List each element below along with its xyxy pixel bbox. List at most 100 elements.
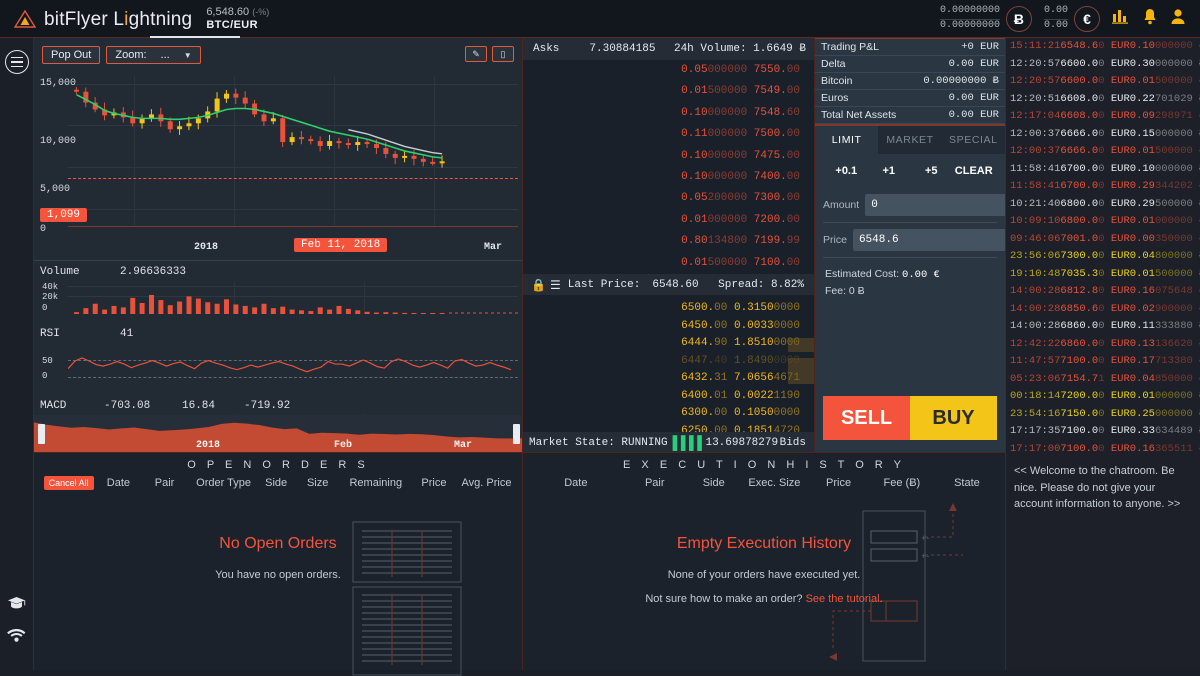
trade-unit: Ƀ: [1193, 320, 1200, 332]
pair-selector[interactable]: 6,548.60 (-%) BTC/EUR: [206, 6, 269, 31]
open-orders-columns: Cancel All Date Pair Order Type Side Size Rem…: [34, 471, 522, 490]
amount-row[interactable]: Amount ✚ –: [815, 188, 1056, 222]
ask-row[interactable]: 0.05200000 7300.00: [523, 188, 814, 208]
buy-button[interactable]: BUY: [910, 396, 997, 440]
bid-size: 0.00330000: [733, 319, 800, 332]
trade-unit: Ƀ: [1193, 268, 1200, 280]
quick-01-button[interactable]: +0.1: [825, 165, 868, 177]
hamburger-menu-icon[interactable]: [4, 50, 29, 74]
quick-clear-button[interactable]: CLEAR: [953, 165, 996, 177]
trade-unit: Ƀ: [1193, 425, 1200, 437]
trade-feed-row: 11:58:416700.00 EUR0.10000000 Ƀ: [1006, 161, 1200, 179]
last-price-value: 6548.60: [652, 278, 699, 291]
trade-currency: EUR: [1104, 372, 1130, 385]
account-row-label: Bitcoin: [821, 75, 853, 87]
ask-row[interactable]: 0.10000000 7548.60: [523, 103, 814, 123]
eraser-icon[interactable]: ▯: [492, 46, 514, 62]
execution-history-col: Price: [826, 477, 852, 489]
bell-icon[interactable]: [1142, 8, 1158, 30]
tab-market[interactable]: MARKET: [878, 126, 942, 154]
list-icon[interactable]: ☰: [550, 278, 561, 292]
trade-time: 12:00:37: [1010, 145, 1061, 157]
bitcoin-icon: Ƀ: [1005, 5, 1032, 32]
asks-total: 7.30884185: [589, 43, 656, 55]
order-book-header: Asks 7.30884185 24h Volume: 1.6649 Ƀ: [523, 38, 814, 60]
execution-history-col: Exec. Size: [748, 477, 801, 489]
pencil-icon[interactable]: ✎: [465, 46, 487, 62]
account-row: Delta 0.00 EUR: [815, 56, 1005, 73]
graduation-cap-icon[interactable]: [0, 596, 33, 614]
trade-price: 7035.30: [1060, 267, 1105, 280]
trade-unit: Ƀ: [1193, 355, 1200, 367]
tab-limit[interactable]: LIMIT: [815, 126, 879, 154]
price-chart-panel[interactable]: Pop Out Zoom: ... ▼ ✎ ▯ 15,000 10,000 5,…: [34, 38, 522, 453]
order-estimate: Estimated Cost: 0.00 € Fee: 0 Ƀ: [815, 258, 1005, 300]
bid-size: 0.10500000: [733, 407, 800, 419]
trade-price: 6666.00: [1060, 127, 1105, 140]
ask-row[interactable]: 0.11000000 7500.00: [523, 124, 814, 144]
trade-size: 0.15000000: [1129, 127, 1193, 140]
execution-history-col: State: [954, 477, 980, 489]
sell-button[interactable]: SELL: [823, 396, 910, 440]
ask-row[interactable]: 0.05000000 7550.00: [523, 60, 814, 80]
ask-row[interactable]: 0.01500000 7100.00: [523, 253, 814, 273]
trade-size: 0.22701029: [1129, 92, 1193, 105]
quick-1-button[interactable]: +1: [868, 165, 911, 177]
trade-currency: EUR: [1104, 337, 1130, 350]
quick-amount-buttons[interactable]: +0.1 +1 +5 CLEAR: [815, 154, 1005, 188]
trade-unit: Ƀ: [1193, 110, 1200, 122]
pop-out-button[interactable]: Pop Out: [42, 46, 101, 64]
order-type-tabs[interactable]: LIMIT MARKET SPECIAL: [815, 126, 1005, 154]
trade-feed-panel[interactable]: 15:11:216548.60 EUR0.10000000 Ƀ12:20:576…: [1006, 38, 1200, 453]
order-book-panel[interactable]: Asks 7.30884185 24h Volume: 1.6649 Ƀ 0.0…: [523, 38, 814, 472]
trade-price: 6800.00: [1060, 215, 1105, 227]
trade-currency: EUR: [1104, 250, 1130, 262]
trade-time: 00:18:14: [1010, 390, 1061, 402]
cancel-all-button[interactable]: Cancel All: [43, 476, 94, 490]
trade-currency: EUR: [1104, 162, 1130, 175]
brand-logo[interactable]: bitFlyer Lightning: [13, 9, 192, 29]
ask-row[interactable]: 0.80134800 7199.99: [523, 231, 814, 251]
ask-row[interactable]: 0.01500000 7549.00: [523, 81, 814, 101]
wifi-icon[interactable]: [0, 628, 33, 646]
ask-row[interactable]: 0.10000000 7400.00: [523, 167, 814, 187]
navigator-handle-left[interactable]: [38, 424, 45, 444]
trade-size: 0.09298971: [1129, 110, 1193, 122]
user-icon[interactable]: [1170, 8, 1186, 30]
trade-feed-row: 12:20:576600.00 EUR0.01500000 Ƀ: [1006, 73, 1200, 91]
trade-size: 0.01000000: [1129, 215, 1193, 227]
nav-xlabel-center: Feb: [334, 440, 353, 451]
zoom-dropdown[interactable]: Zoom: ... ▼: [106, 46, 201, 64]
trade-time: 11:58:41: [1010, 162, 1061, 175]
chat-panel[interactable]: << Welcome to the chatroom. Be nice. Ple…: [1006, 453, 1200, 670]
trade-currency: EUR: [1104, 110, 1130, 122]
trade-time: 17:17:00: [1010, 442, 1061, 454]
tab-special[interactable]: SPECIAL: [941, 126, 1005, 154]
nav-xlabel-left: 2018: [196, 440, 221, 451]
ask-row[interactable]: 0.10000000 7475.00: [523, 146, 814, 166]
trade-unit: Ƀ: [1193, 338, 1200, 350]
navigator-handle-right[interactable]: [513, 424, 520, 444]
trade-currency: EUR: [1104, 442, 1130, 454]
trade-price: 6860.00: [1060, 337, 1105, 350]
price-row[interactable]: Price ✚ –: [815, 223, 1044, 257]
ask-size: 0.05200000: [681, 192, 748, 205]
quick-5-button[interactable]: +5: [910, 165, 953, 177]
top-bar: bitFlyer Lightning 6,548.60 (-%) BTC/EUR…: [0, 0, 1200, 38]
execution-history-columns: Date Pair Side Exec. Size Price Fee (Ƀ) State: [523, 471, 1005, 489]
trade-currency: EUR: [1104, 407, 1130, 420]
ask-size: 0.10000000: [681, 106, 748, 119]
price-ytick-2: 5,000: [40, 184, 71, 195]
trade-price: 6860.00: [1060, 320, 1105, 332]
trade-price: 6812.80: [1060, 285, 1105, 297]
chart-navigator[interactable]: 2018 Feb Mar: [34, 415, 522, 453]
order-entry-panel[interactable]: Trading P&L +0 EUR Delta 0.00 EUR Bitcoin 0.0…: [815, 38, 1056, 453]
trade-currency: EUR: [1104, 355, 1130, 367]
price-input[interactable]: [852, 229, 1011, 251]
trade-time: 10:21:40: [1010, 197, 1061, 210]
ask-row[interactable]: 0.01000000 7200.00: [523, 210, 814, 230]
trade-price: 7100.00: [1060, 442, 1105, 454]
amount-input[interactable]: [865, 194, 1024, 216]
price-label: Price: [823, 234, 847, 246]
chart-icon[interactable]: [1112, 8, 1130, 29]
